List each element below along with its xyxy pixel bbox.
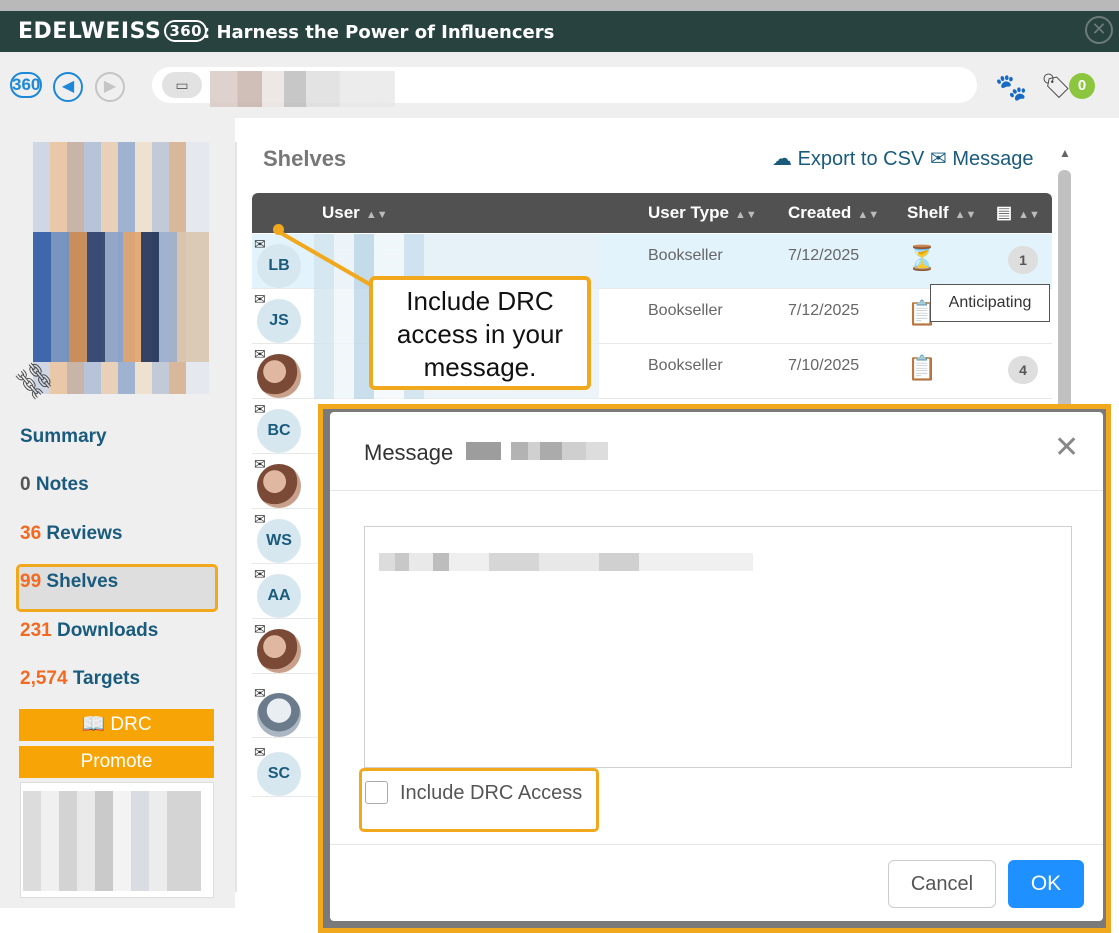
sidebar-item-targets[interactable]: 2,574 Targets	[20, 668, 140, 690]
sidebar-item-summary[interactable]: Summary	[20, 426, 107, 448]
forward-arrow-icon[interactable]: ▶	[95, 72, 125, 102]
column-header-count[interactable]: ▤ ▲▼	[996, 203, 1040, 223]
column-header-shelf[interactable]: Shelf ▲▼	[907, 203, 976, 223]
redacted-title	[210, 71, 395, 107]
shelf-tooltip: Anticipating	[930, 284, 1050, 322]
book-cover-image	[33, 142, 209, 394]
envelope-icon: ✉	[930, 148, 947, 170]
callout-note: Include DRC access in your message.	[369, 276, 591, 390]
drc-button[interactable]: 📖 DRC	[19, 709, 214, 741]
shelves-heading: Shelves	[263, 146, 347, 171]
message-dialog: Message ✕ Include DRC Access Cancel OK	[330, 412, 1103, 921]
tag-count-badge: 0	[1069, 73, 1095, 99]
sidebar-item-reviews[interactable]: 36 Reviews	[20, 523, 122, 545]
tag-icon[interactable]: 🏷	[1041, 72, 1071, 101]
avatar: WS	[257, 519, 301, 563]
avatar: AA	[257, 574, 301, 618]
column-header-user-type[interactable]: User Type ▲▼	[648, 203, 757, 223]
360-home-icon[interactable]: 360	[10, 72, 42, 98]
export-csv-link[interactable]: ☁ Export to CSV	[772, 146, 924, 171]
top-strip	[0, 0, 1119, 11]
sort-icon: ▲▼	[857, 209, 880, 221]
redacted-recipient	[466, 442, 608, 460]
title-bar: EDELWEISS 360 : Harness the Power of Infl…	[0, 11, 1119, 52]
redacted-message-text	[379, 553, 753, 571]
include-drc-label[interactable]: Include DRC Access	[400, 782, 582, 805]
include-drc-checkbox[interactable]	[365, 781, 388, 804]
column-header-user[interactable]: User ▲▼	[322, 203, 388, 223]
message-link[interactable]: ✉ Message	[930, 146, 1033, 171]
promo-thumbnail	[20, 782, 214, 898]
dialog-title: Message	[364, 440, 454, 465]
dialog-footer-divider	[330, 844, 1103, 845]
clipboard-check-icon: 📋	[907, 355, 937, 382]
sidebar-item-shelves[interactable]: 99 Shelves	[20, 571, 118, 593]
book-icon: ▭	[162, 72, 202, 98]
avatar: LB	[257, 244, 301, 288]
avatar	[257, 354, 301, 398]
list-icon: ▤	[996, 203, 1013, 222]
cancel-button[interactable]: Cancel	[888, 860, 996, 908]
avatar: BC	[257, 409, 301, 453]
back-arrow-icon[interactable]: ◀	[53, 72, 83, 102]
cloud-download-icon: ☁	[772, 148, 792, 170]
vertical-divider	[235, 142, 237, 892]
user-type-cell: Bookseller	[648, 247, 723, 264]
nav-bar: 360 ◀ ▶ ▭ 🐾 🏷 0	[0, 52, 1119, 118]
count-badge: 4	[1008, 356, 1038, 384]
avatar: JS	[257, 299, 301, 343]
avatar	[257, 693, 301, 737]
sidebar-item-downloads[interactable]: 231 Downloads	[20, 620, 158, 642]
sort-icon: ▲▼	[734, 209, 757, 221]
sidebar-item-notes[interactable]: 0 Notes	[20, 474, 89, 496]
sort-icon: ▲▼	[954, 209, 977, 221]
user-type-cell: Bookseller	[648, 302, 723, 319]
close-icon[interactable]: ✕	[1054, 430, 1079, 465]
column-header-created[interactable]: Created ▲▼	[788, 203, 879, 223]
paw-icon[interactable]: 🐾	[995, 72, 1027, 103]
promote-button[interactable]: Promote	[19, 746, 214, 778]
created-cell: 7/12/2025	[788, 247, 860, 264]
book-icon: 📖	[81, 714, 106, 735]
avatar	[257, 629, 301, 673]
created-cell: 7/10/2025	[788, 357, 860, 374]
message-textarea[interactable]	[364, 526, 1072, 768]
count-badge: 1	[1008, 246, 1038, 274]
avatar: SC	[257, 752, 301, 796]
brand-logo: EDELWEISS 360	[18, 19, 208, 44]
avatar	[257, 464, 301, 508]
close-window-icon[interactable]: ✕	[1085, 16, 1113, 44]
app-title: : Harness the Power of Influencers	[203, 22, 555, 43]
dialog-divider	[330, 490, 1103, 491]
title-search-bar[interactable]: ▭	[152, 67, 977, 107]
user-type-cell: Bookseller	[648, 357, 723, 374]
ok-button[interactable]: OK	[1008, 860, 1084, 908]
sort-icon: ▲▼	[1018, 209, 1040, 221]
sidebar: ⛓ Summary 0 Notes 36 Reviews 99 Shelves …	[0, 118, 235, 908]
sort-icon: ▲▼	[365, 209, 388, 221]
created-cell: 7/12/2025	[788, 302, 860, 319]
scroll-up-arrow-icon[interactable]: ▲	[1057, 146, 1073, 160]
table-header: User ▲▼ User Type ▲▼ Created ▲▼ Shelf ▲▼ ▤ ▲▼	[252, 193, 1052, 233]
hourglass-icon: ⏳	[907, 245, 937, 272]
scrollbar-thumb[interactable]	[1058, 170, 1071, 410]
